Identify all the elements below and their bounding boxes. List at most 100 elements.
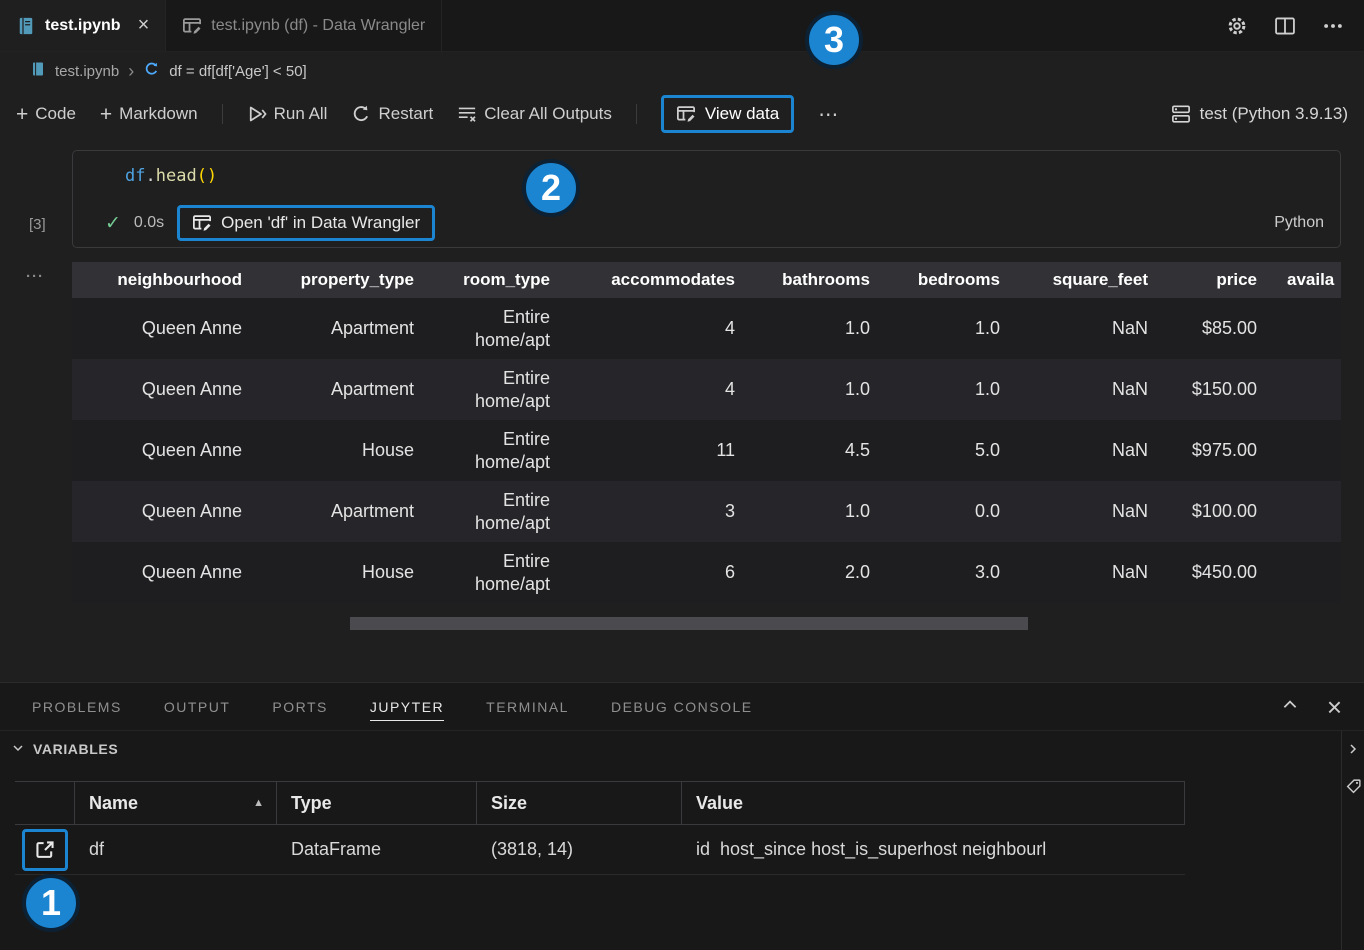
button-label: Restart	[378, 104, 433, 124]
column-header-value[interactable]: Value	[682, 782, 1185, 824]
panel-tab-ports[interactable]: PORTS	[272, 699, 327, 715]
clear-all-outputs-button[interactable]: Clear All Outputs	[457, 104, 612, 124]
data-wrangler-icon	[676, 104, 696, 124]
column-header: bathrooms	[745, 262, 880, 298]
close-icon[interactable]: ×	[138, 14, 150, 37]
toolbar-more-icon[interactable]: ⋯	[818, 102, 838, 127]
open-in-data-wrangler-button[interactable]: Open 'df' in Data Wrangler	[177, 205, 435, 241]
column-header-name[interactable]: Name ▲	[75, 782, 277, 824]
column-header: price	[1158, 262, 1267, 298]
column-label: Name	[89, 793, 138, 814]
tab-label: test.ipynb (df) - Data Wrangler	[211, 17, 425, 35]
table-cell: 1.0	[745, 481, 880, 542]
table-cell: 4	[560, 298, 745, 359]
add-markdown-button[interactable]: + Markdown	[100, 104, 198, 125]
chevron-right-icon[interactable]	[1345, 741, 1361, 762]
kernel-label: test (Python 3.9.13)	[1200, 104, 1348, 124]
more-actions-icon[interactable]	[1322, 15, 1344, 37]
vscode-window: test.ipynb × test.ipynb (df) - Data Wran…	[0, 0, 1364, 950]
plus-icon: +	[16, 104, 28, 125]
table-cell: Entire home/apt	[424, 542, 560, 603]
toolbar-separator	[636, 104, 637, 124]
column-header-size[interactable]: Size	[477, 782, 682, 824]
chevron-right-icon: ›	[128, 62, 134, 80]
table-cell: Queen Anne	[72, 420, 252, 481]
dataframe-output: neighbourhood property_type room_type ac…	[72, 262, 1341, 630]
table-cell: 2.0	[745, 542, 880, 603]
table-cell: Entire home/apt	[424, 481, 560, 542]
view-data-button[interactable]: View data	[661, 95, 794, 133]
cell-symbol-icon	[143, 61, 160, 82]
table-cell: $85.00	[1158, 298, 1267, 359]
table-cell: $100.00	[1158, 481, 1267, 542]
notebook-editor: [3] df.head() ✓ 0.0s Open 'df' in Data W…	[0, 150, 1364, 682]
panel-tab-debug-console[interactable]: DEBUG CONSOLE	[611, 699, 753, 715]
run-all-button[interactable]: Run All	[247, 104, 328, 124]
table-cell: $975.00	[1158, 420, 1267, 481]
annotation-step-3: 3	[805, 11, 863, 69]
plus-icon: +	[100, 104, 112, 125]
column-label: Size	[491, 793, 527, 814]
code-token: head	[156, 166, 197, 186]
horizontal-scrollbar[interactable]	[350, 617, 1028, 630]
output-options-icon[interactable]: ···	[0, 262, 72, 630]
variables-section-header[interactable]: VARIABLES	[0, 731, 1341, 767]
breadcrumb: test.ipynb › df = df[df['Age'] < 50]	[0, 52, 1364, 90]
table-cell: 1.0	[880, 359, 1010, 420]
clear-all-icon	[457, 104, 477, 124]
table-cell: Apartment	[252, 359, 424, 420]
run-all-icon	[247, 104, 267, 124]
table-cell: NaN	[1010, 359, 1158, 420]
column-header: neighbourhood	[72, 262, 252, 298]
table-cell: House	[252, 420, 424, 481]
tab-test-ipynb[interactable]: test.ipynb ×	[0, 0, 166, 51]
add-code-button[interactable]: + Code	[16, 104, 76, 125]
table-cell: 3	[560, 481, 745, 542]
panel-tab-output[interactable]: OUTPUT	[164, 699, 231, 715]
column-header: square_feet	[1010, 262, 1158, 298]
table-cell: NaN	[1010, 542, 1158, 603]
table-cell: Apartment	[252, 298, 424, 359]
panel-tab-terminal[interactable]: TERMINAL	[486, 699, 569, 715]
chevron-up-icon[interactable]	[1281, 696, 1299, 719]
tab-label: test.ipynb	[45, 17, 121, 35]
tag-icon[interactable]	[1345, 778, 1362, 800]
table-cell: 5.0	[880, 420, 1010, 481]
panel-tab-problems[interactable]: PROBLEMS	[32, 699, 122, 715]
restart-button[interactable]: Restart	[351, 104, 433, 124]
gear-icon[interactable]	[1226, 15, 1248, 37]
table-cell: 4.5	[745, 420, 880, 481]
code-token: .	[145, 166, 155, 186]
panel-tab-jupyter[interactable]: JUPYTER	[370, 699, 444, 721]
cell-language-label[interactable]: Python	[1274, 214, 1324, 232]
breadcrumb-file[interactable]: test.ipynb	[55, 63, 119, 80]
table-cell: NaN	[1010, 481, 1158, 542]
table-cell: Entire home/apt	[424, 298, 560, 359]
split-editor-icon[interactable]	[1274, 15, 1296, 37]
breadcrumb-cell-code[interactable]: df = df[df['Age'] < 50]	[169, 63, 307, 80]
table-cell: $150.00	[1158, 359, 1267, 420]
tab-data-wrangler[interactable]: test.ipynb (df) - Data Wrangler	[166, 0, 442, 51]
button-label: Open 'df' in Data Wrangler	[221, 213, 420, 233]
execution-duration: 0.0s	[134, 214, 164, 232]
table-cell	[1267, 359, 1341, 420]
table-cell	[1267, 542, 1341, 603]
code-cell[interactable]: [3] df.head() ✓ 0.0s Open 'df' in Data W…	[72, 150, 1341, 248]
column-header: property_type	[252, 262, 424, 298]
variable-row[interactable]: df DataFrame (3818, 14) id host_since ho…	[15, 825, 1185, 875]
kernel-picker[interactable]: test (Python 3.9.13)	[1171, 104, 1348, 124]
column-header-type[interactable]: Type	[277, 782, 477, 824]
editor-tab-bar: test.ipynb × test.ipynb (df) - Data Wran…	[0, 0, 1364, 52]
open-in-data-viewer-icon[interactable]	[22, 829, 68, 871]
success-check-icon: ✓	[105, 212, 121, 235]
variables-grid: Name ▲ Type Size Value	[15, 781, 1185, 875]
close-panel-icon[interactable]: ×	[1327, 694, 1342, 720]
notebook-file-icon	[30, 61, 46, 81]
cell-code[interactable]: df.head()	[73, 151, 1340, 186]
table-cell: 4	[560, 359, 745, 420]
notebook-toolbar: + Code + Markdown Run All Restart Clear …	[0, 90, 1364, 138]
column-header: accommodates	[560, 262, 745, 298]
execution-count: [3]	[29, 216, 46, 233]
table-cell: Entire home/apt	[424, 420, 560, 481]
column-label: Value	[696, 793, 743, 814]
